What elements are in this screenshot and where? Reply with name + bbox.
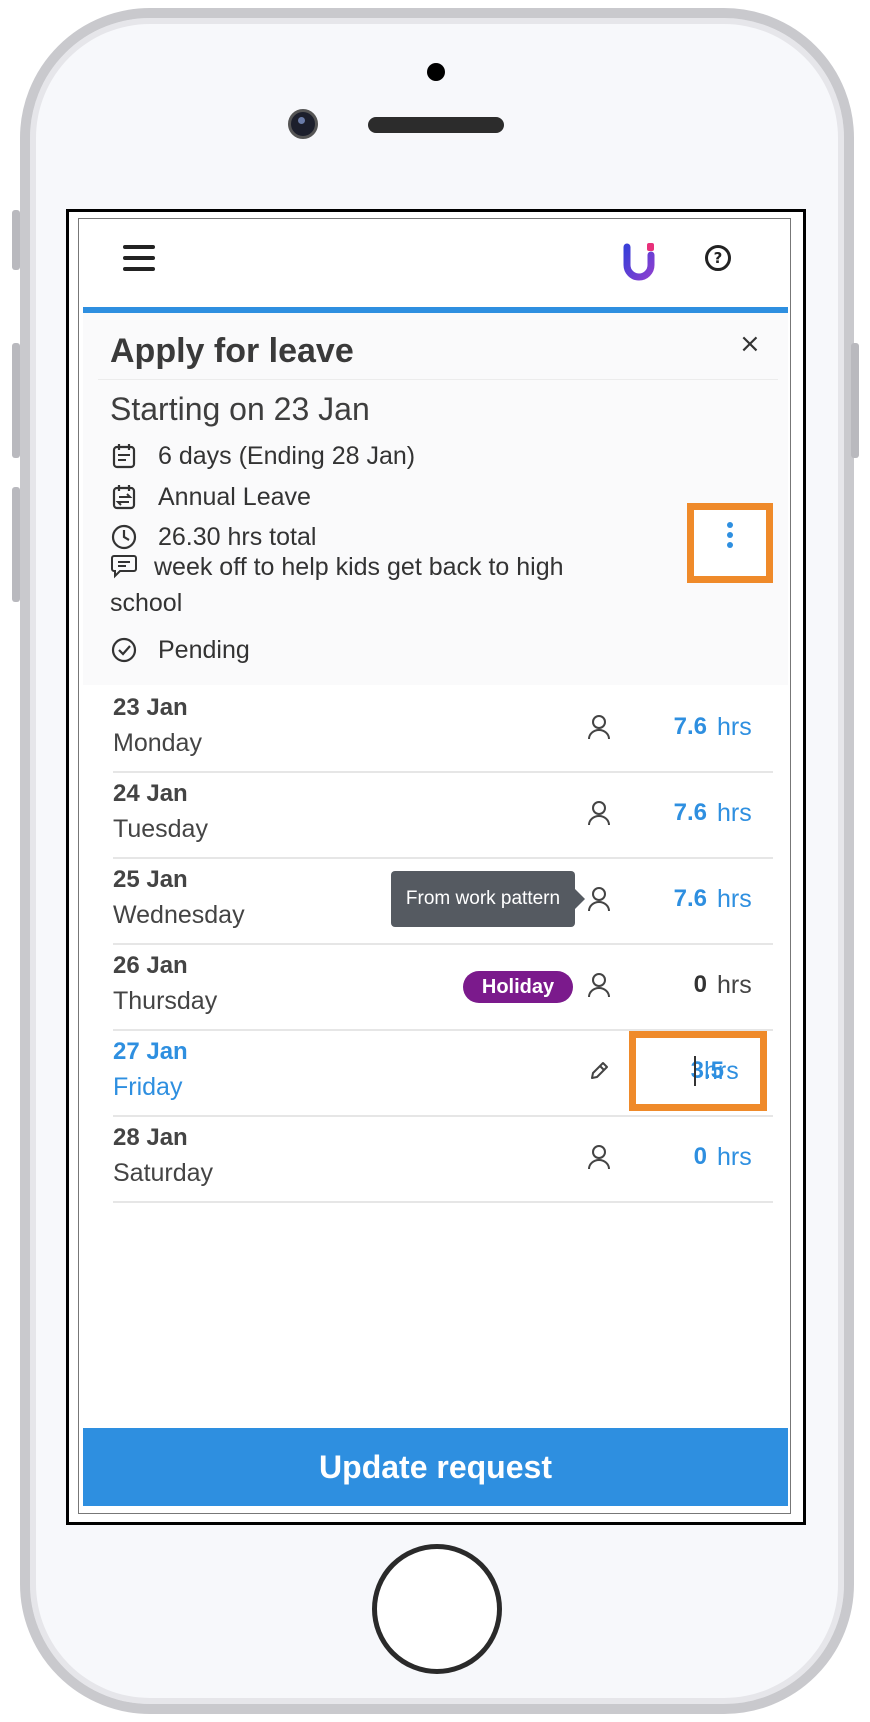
day-date: 25 Jan xyxy=(113,866,188,893)
app-logo xyxy=(623,243,655,281)
day-row[interactable]: 28 Jan Saturday 0 hrs xyxy=(113,1115,773,1203)
day-name: Friday xyxy=(113,1073,183,1101)
phone-side-button xyxy=(12,210,20,270)
hours-unit: hrs xyxy=(717,713,752,741)
duration-text: 6 days (Ending 28 Jan) xyxy=(158,442,416,470)
hamburger-menu-icon[interactable] xyxy=(123,245,155,271)
person-icon xyxy=(588,1145,610,1170)
work-pattern-tooltip: From work pattern xyxy=(391,871,585,927)
calendar-icon xyxy=(112,444,136,469)
question-circle-icon[interactable]: ? xyxy=(705,245,731,271)
duration-row: 6 days (Ending 28 Jan) xyxy=(110,439,415,473)
hours-unit: hrs xyxy=(717,1143,752,1171)
day-date: 24 Jan xyxy=(113,780,188,807)
pencil-icon xyxy=(591,1062,608,1079)
more-options-highlight xyxy=(687,503,773,583)
leave-type-text: Annual Leave xyxy=(158,483,311,511)
status-text: Pending xyxy=(158,636,250,664)
earpiece-speaker xyxy=(368,117,504,133)
close-icon[interactable]: × xyxy=(739,329,761,359)
calendar-switch-icon xyxy=(112,485,136,510)
check-circle-icon xyxy=(111,637,137,663)
page-title: Apply for leave xyxy=(110,332,354,370)
hours-value[interactable]: 7.6 xyxy=(633,797,707,829)
day-name: Saturday xyxy=(113,1159,214,1187)
day-row[interactable]: 23 Jan Monday 7.6 hrs xyxy=(113,685,773,773)
person-icon xyxy=(588,801,610,826)
phone-side-button xyxy=(12,343,20,458)
divider xyxy=(98,379,778,380)
day-name: Thursday xyxy=(113,987,218,1015)
top-bar: ? xyxy=(79,219,790,309)
phone-side-button xyxy=(12,487,20,602)
day-row[interactable]: 25 Jan Wednesday From work pattern 7.6 h… xyxy=(113,857,773,945)
hours-value[interactable]: 0 xyxy=(633,1141,707,1173)
person-icon xyxy=(588,715,610,740)
clock-icon xyxy=(111,524,137,550)
day-name: Monday xyxy=(113,729,202,757)
day-date: 27 Jan xyxy=(113,1038,188,1065)
hours-value: 0 xyxy=(693,971,707,998)
day-name: Tuesday xyxy=(113,815,208,843)
leave-summary-panel: Apply for leave × Starting on 23 Jan 6 d… xyxy=(83,313,788,685)
comment-row: week off to help kids get back to high s… xyxy=(110,549,630,621)
day-date: 28 Jan xyxy=(113,1124,188,1151)
status-row: Pending xyxy=(110,633,250,667)
hours-unit: hrs xyxy=(717,971,752,999)
app-screen: ? Apply for leave × Starting on 23 Jan 6… xyxy=(78,218,791,1514)
day-date: 26 Jan xyxy=(113,952,188,979)
update-request-button[interactable]: Update request xyxy=(83,1428,788,1506)
comment-icon xyxy=(111,555,137,579)
leave-type-row: Annual Leave xyxy=(110,480,311,514)
phone-side-button xyxy=(851,343,859,458)
front-sensor xyxy=(427,63,445,81)
day-row[interactable]: 26 Jan Thursday Holiday 0 hrs xyxy=(113,943,773,1031)
hours-value[interactable]: 7.6 xyxy=(633,883,707,915)
hours-input-highlight[interactable]: 3.5 hrs xyxy=(629,1031,767,1111)
home-button[interactable] xyxy=(372,1544,502,1674)
hours-unit: hrs xyxy=(717,799,752,827)
hours-unit: hrs xyxy=(717,885,752,913)
more-options-icon[interactable] xyxy=(725,522,735,552)
hours-value[interactable]: 7.6 xyxy=(633,711,707,743)
comment-text: week off to help kids get back to high s… xyxy=(110,553,564,617)
day-row-selected[interactable]: 27 Jan Friday 3.5 hrs xyxy=(113,1029,773,1117)
start-date-heading: Starting on 23 Jan xyxy=(110,391,370,427)
holiday-badge: Holiday xyxy=(463,971,573,1003)
day-row[interactable]: 24 Jan Tuesday 7.6 hrs xyxy=(113,771,773,859)
person-icon xyxy=(588,887,610,912)
front-camera xyxy=(288,109,318,139)
person-icon xyxy=(588,973,610,998)
text-caret xyxy=(694,1056,696,1086)
hours-unit: hrs xyxy=(704,1057,739,1085)
day-name: Wednesday xyxy=(113,901,245,929)
day-date: 23 Jan xyxy=(113,694,188,721)
